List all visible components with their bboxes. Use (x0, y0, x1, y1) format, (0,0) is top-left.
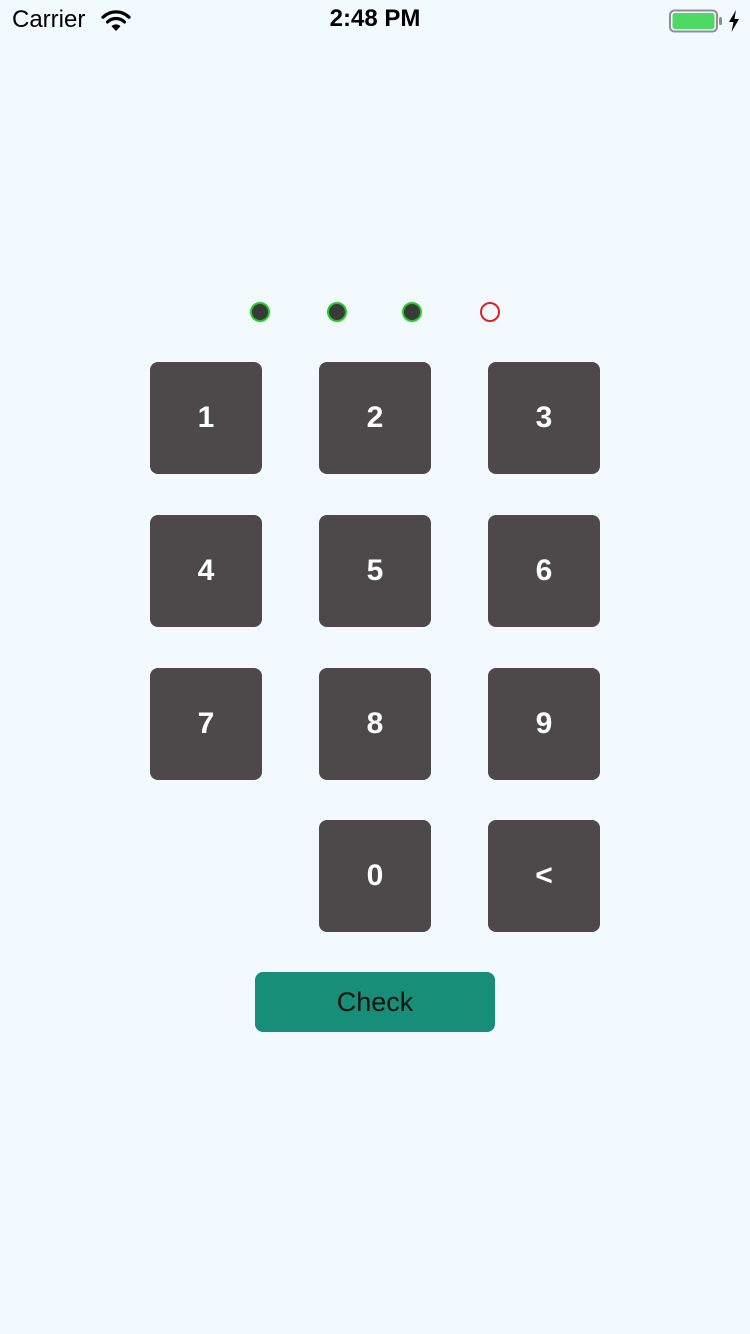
pin-dot-empty (480, 302, 500, 322)
bolt-icon (729, 10, 739, 32)
key-4[interactable]: 4 (150, 515, 262, 627)
status-time: 2:48 PM (329, 5, 421, 32)
key-8[interactable]: 8 (319, 668, 431, 780)
key-6[interactable]: 6 (488, 515, 600, 627)
key-7[interactable]: 7 (150, 668, 262, 780)
pin-dot-filled (327, 302, 347, 322)
battery-full-icon (669, 9, 722, 33)
status-bar: Carrier 2:48 PM (0, 0, 750, 40)
key-0[interactable]: 0 (319, 820, 431, 932)
key-2[interactable]: 2 (319, 362, 431, 474)
pin-dot-filled (402, 302, 422, 322)
pin-dot-filled (250, 302, 270, 322)
key-1[interactable]: 1 (150, 362, 262, 474)
key-5[interactable]: 5 (319, 515, 431, 627)
key-3[interactable]: 3 (488, 362, 600, 474)
backspace-button[interactable]: < (488, 820, 600, 932)
check-button[interactable]: Check (255, 972, 495, 1032)
key-9[interactable]: 9 (488, 668, 600, 780)
pin-indicator (0, 0, 750, 1334)
